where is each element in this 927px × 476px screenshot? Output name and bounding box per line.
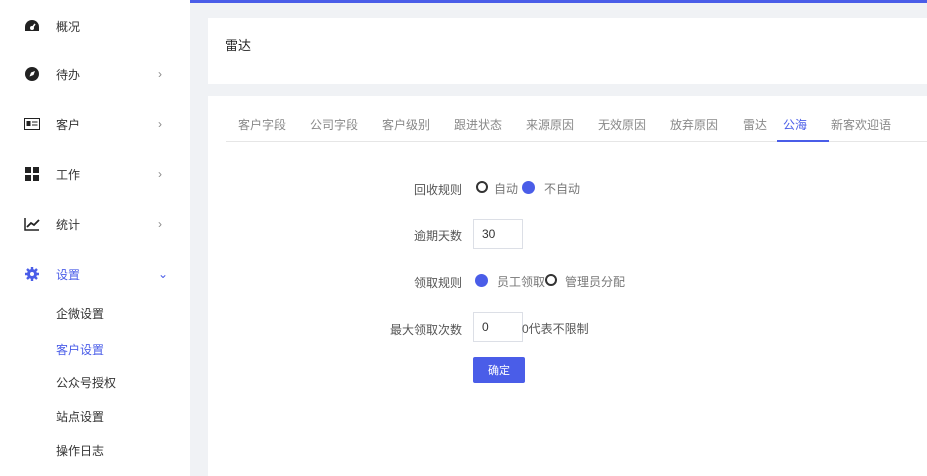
- tab-customer-levels[interactable]: 客户级别: [382, 116, 430, 133]
- sidebar-item-label: 设置: [56, 267, 81, 282]
- tab-invalid-reasons[interactable]: 无效原因: [598, 116, 646, 133]
- chevron-right-icon: ›: [158, 167, 162, 181]
- tab-public-pool[interactable]: 公海: [783, 116, 807, 133]
- gear-icon: [24, 266, 40, 282]
- sidebar-item-label: 概况: [56, 19, 81, 34]
- active-tab-indicator: [777, 140, 829, 142]
- max-claims-label: 最大领取次数: [389, 323, 462, 337]
- tab-welcome-message[interactable]: 新客欢迎语: [831, 116, 891, 133]
- claim-employee-label: 员工领取: [497, 275, 546, 289]
- settings-panel: 客户字段 公司字段 客户级别 跟进状态 来源原因 无效原因 放弃原因 雷达 公海…: [208, 96, 927, 476]
- sidebar-subitem-wecom-settings[interactable]: 企微设置: [56, 305, 104, 322]
- sidebar-subitem-official-account-auth[interactable]: 公众号授权: [56, 374, 116, 391]
- tab-bar: 客户字段 公司字段 客户级别 跟进状态 来源原因 无效原因 放弃原因 雷达 公海…: [226, 96, 927, 142]
- claim-rule-label: 领取规则: [413, 276, 462, 290]
- grid-icon: [24, 166, 40, 182]
- tab-follow-status[interactable]: 跟进状态: [454, 116, 502, 133]
- tab-company-fields[interactable]: 公司字段: [310, 116, 358, 133]
- chevron-down-icon: ⌄: [158, 267, 169, 281]
- header-card: 雷达: [208, 18, 927, 84]
- sidebar-item-overview[interactable]: 概况: [0, 14, 190, 38]
- sidebar-subitem-customer-settings[interactable]: 客户设置: [56, 341, 104, 358]
- overdue-days-label: 逾期天数: [413, 229, 462, 243]
- overdue-days-input[interactable]: [473, 219, 523, 249]
- claim-admin-label: 管理员分配: [565, 275, 626, 289]
- line-chart-icon: [24, 216, 40, 232]
- dashboard-icon: [24, 18, 40, 34]
- recycle-auto-radio[interactable]: [476, 181, 488, 193]
- top-accent-bar: [190, 0, 927, 3]
- sidebar-item-label: 统计: [56, 217, 81, 232]
- sidebar-subitem-site-settings[interactable]: 站点设置: [56, 408, 104, 425]
- max-claims-hint: 0代表不限制: [522, 322, 589, 336]
- page-title: 雷达: [225, 38, 252, 53]
- tab-customer-fields[interactable]: 客户字段: [238, 116, 286, 133]
- max-claims-input[interactable]: [473, 312, 523, 342]
- sidebar-item-label: 工作: [56, 167, 81, 182]
- claim-admin-radio[interactable]: [545, 274, 557, 286]
- recycle-rule-label: 回收规则: [413, 183, 462, 197]
- sidebar-item-label: 客户: [56, 117, 81, 132]
- chevron-right-icon: ›: [158, 67, 162, 81]
- recycle-auto-label: 自动: [494, 182, 519, 196]
- sidebar-item-settings[interactable]: 设置 ⌄: [0, 262, 190, 286]
- chevron-right-icon: ›: [158, 117, 162, 131]
- tab-abandon-reasons[interactable]: 放弃原因: [670, 116, 718, 133]
- sidebar: 概况 待办 › 客户 › 工作 › 统计 › 设置 ⌄ 企微设置 客户设置 公众…: [0, 0, 190, 476]
- sidebar-item-label: 待办: [56, 67, 81, 82]
- confirm-button[interactable]: 确定: [473, 357, 525, 383]
- tab-source-reasons[interactable]: 来源原因: [526, 116, 574, 133]
- chevron-right-icon: ›: [158, 217, 162, 231]
- claim-employee-radio[interactable]: [475, 274, 488, 287]
- tab-radar[interactable]: 雷达: [743, 116, 767, 133]
- compass-icon: [24, 66, 40, 82]
- sidebar-item-statistics[interactable]: 统计 ›: [0, 212, 190, 236]
- recycle-manual-radio[interactable]: [522, 181, 535, 194]
- sidebar-subitem-operation-log[interactable]: 操作日志: [56, 442, 104, 459]
- sidebar-item-todo[interactable]: 待办 ›: [0, 62, 190, 86]
- sidebar-item-customer[interactable]: 客户 ›: [0, 112, 190, 136]
- sidebar-item-work[interactable]: 工作 ›: [0, 162, 190, 186]
- contact-card-icon: [24, 116, 40, 132]
- recycle-manual-label: 不自动: [544, 182, 581, 196]
